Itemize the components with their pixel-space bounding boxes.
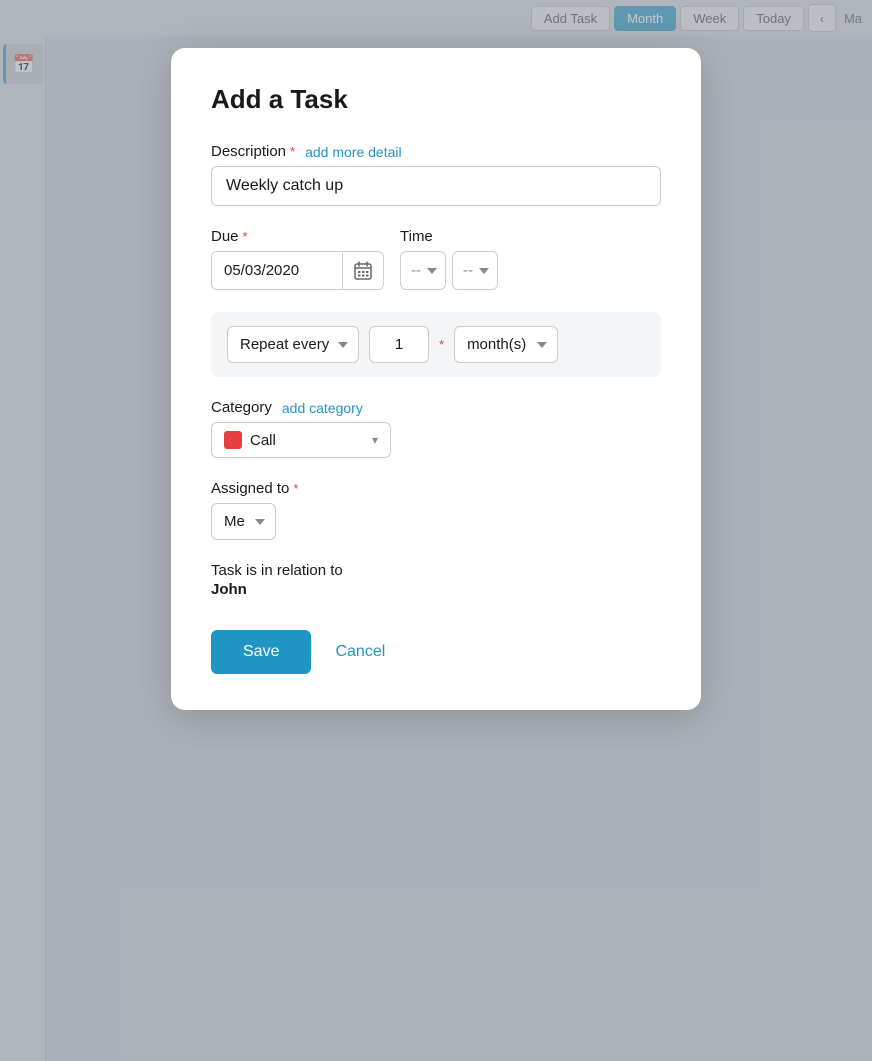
due-label-row: Due * — [211, 228, 384, 245]
assigned-select[interactable]: Me — [211, 503, 276, 540]
relation-section: Task is in relation to John — [211, 562, 661, 598]
cancel-button[interactable]: Cancel — [331, 630, 389, 674]
save-button[interactable]: Save — [211, 630, 311, 674]
assigned-section: Assigned to * Me — [211, 480, 661, 540]
category-label: Category — [211, 399, 272, 416]
category-section: Category add category Call ▾ — [211, 399, 661, 458]
assigned-label-row: Assigned to * — [211, 480, 661, 497]
add-category-link[interactable]: add category — [282, 400, 363, 416]
time-label-row: Time — [400, 228, 498, 245]
modal-overlay: Add a Task Description * add more detail… — [0, 0, 872, 1061]
description-required: * — [290, 144, 295, 159]
calendar-grid-icon — [353, 261, 373, 281]
category-value: Call — [250, 432, 364, 449]
relation-name: John — [211, 581, 661, 598]
category-chevron-icon: ▾ — [372, 433, 378, 447]
due-required: * — [243, 229, 248, 244]
description-input[interactable] — [211, 166, 661, 206]
modal-title: Add a Task — [211, 84, 661, 115]
description-label: Description — [211, 143, 286, 160]
assigned-required: * — [293, 481, 298, 496]
repeat-number-input[interactable] — [369, 326, 429, 363]
repeat-unit-select[interactable]: month(s) day(s) week(s) year(s) — [454, 326, 558, 363]
calendar-picker-btn[interactable] — [342, 253, 383, 289]
description-section: Description * add more detail — [211, 143, 661, 206]
description-label-row: Description * add more detail — [211, 143, 661, 160]
assigned-label: Assigned to — [211, 480, 289, 497]
due-time-section: Due * — [211, 228, 661, 290]
actions-row: Save Cancel — [211, 630, 661, 674]
repeat-select[interactable]: Repeat every — [227, 326, 359, 363]
time-minute-select[interactable]: -- — [452, 251, 498, 290]
date-input[interactable] — [212, 252, 342, 289]
repeat-section: Repeat every * month(s) day(s) week(s) y… — [211, 312, 661, 377]
category-select[interactable]: Call ▾ — [211, 422, 391, 458]
category-label-row: Category add category — [211, 399, 661, 416]
due-field: Due * — [211, 228, 384, 290]
time-hour-select[interactable]: -- — [400, 251, 446, 290]
repeat-required: * — [439, 337, 444, 352]
add-more-detail-link[interactable]: add more detail — [305, 144, 402, 160]
category-color-dot — [224, 431, 242, 449]
time-field: Time -- -- — [400, 228, 498, 290]
due-label: Due — [211, 228, 239, 245]
relation-label: Task is in relation to — [211, 562, 661, 579]
add-task-modal: Add a Task Description * add more detail… — [171, 48, 701, 710]
time-selects: -- -- — [400, 251, 498, 290]
time-label: Time — [400, 228, 433, 245]
date-input-wrapper — [211, 251, 384, 290]
